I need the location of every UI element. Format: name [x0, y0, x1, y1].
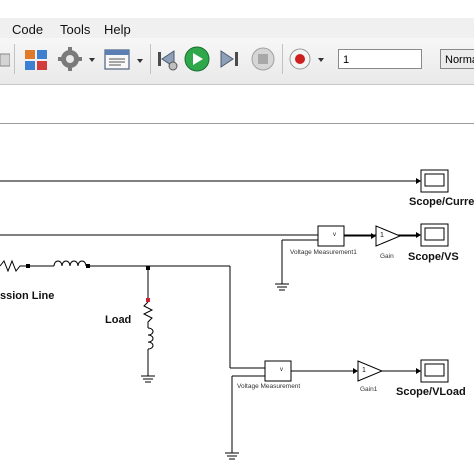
- gain1-label: Gain1: [360, 386, 378, 393]
- line-inductor: [53, 260, 87, 267]
- home-icon[interactable]: [0, 50, 11, 68]
- scope-vs-label: Scope/VS: [408, 251, 459, 263]
- load-label: Load: [105, 314, 132, 326]
- load-resistor: [142, 301, 154, 328]
- step-back-icon[interactable]: [156, 46, 180, 72]
- toolbar-separator: [150, 44, 151, 74]
- library-browser-icon[interactable]: [24, 48, 52, 72]
- menu-code[interactable]: Code: [12, 22, 43, 37]
- vm1-port-label: v: [333, 232, 336, 238]
- menu-help[interactable]: Help: [104, 22, 131, 37]
- voltage-measurement-block[interactable]: [264, 360, 292, 382]
- run-icon[interactable]: [184, 46, 210, 72]
- toolbar-separator: [14, 44, 15, 74]
- stop-time-input[interactable]: 1: [338, 49, 422, 69]
- model-config-icon[interactable]: [104, 47, 148, 73]
- scope-current-label: Scope/Current: [409, 196, 474, 208]
- voltage-measurement-label: Voltage Measurement: [237, 383, 301, 390]
- transmission-line-label: ssion Line: [0, 290, 55, 302]
- gain-value: 1: [380, 232, 384, 239]
- scope-vload-label: Scope/VLoad: [396, 386, 466, 398]
- model-canvas: ssion Line Load Voltage Measurement1 Gai…: [0, 124, 474, 474]
- toolbar-separator: [282, 44, 283, 74]
- menu-bar: Code Tools Help: [0, 18, 474, 38]
- menu-tools[interactable]: Tools: [60, 22, 90, 37]
- step-forward-icon[interactable]: [216, 46, 242, 72]
- load-inductor: [147, 327, 154, 350]
- record-icon[interactable]: [288, 46, 332, 72]
- voltage-measurement1-block[interactable]: [317, 225, 345, 247]
- voltage-measurement1-label: Voltage Measurement1: [290, 249, 357, 256]
- line-resistor: [0, 259, 26, 273]
- settings-gear-icon[interactable]: [58, 46, 98, 72]
- gain1-value: 1: [362, 367, 366, 374]
- breadcrumb-bar: [0, 85, 474, 124]
- stop-icon[interactable]: [250, 46, 276, 72]
- gain-label: Gain: [380, 253, 394, 260]
- vm-port-label: v: [280, 367, 283, 373]
- simulation-mode-select[interactable]: Normal: [440, 49, 474, 69]
- circuit-diagram: [0, 169, 449, 460]
